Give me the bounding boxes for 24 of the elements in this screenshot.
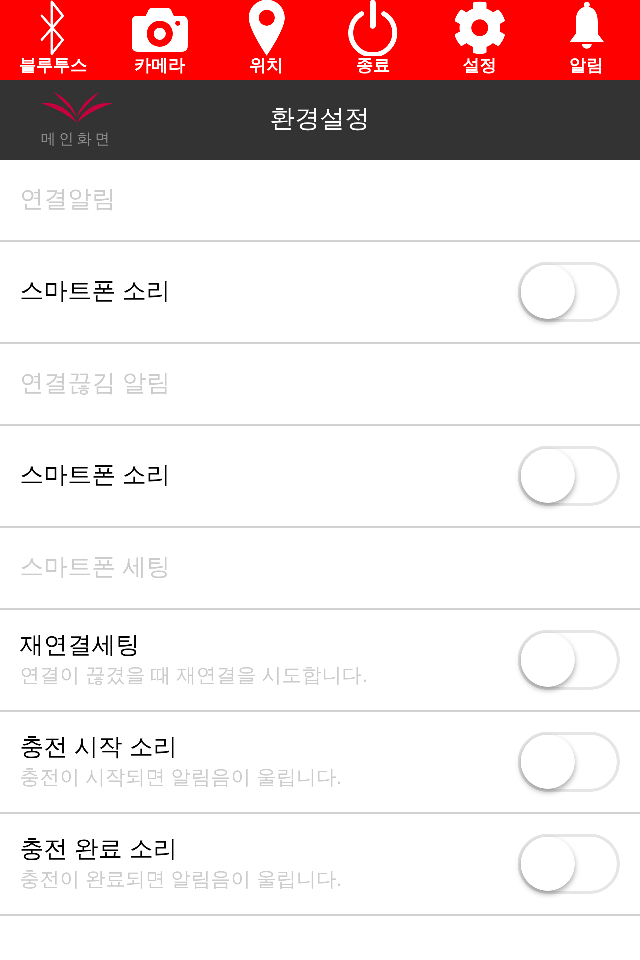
toolbar-button[interactable]: 블루투스: [0, 0, 107, 80]
toggle-switch[interactable]: [518, 732, 620, 792]
toolbar-button[interactable]: 종료: [320, 0, 427, 80]
settings-icon: [453, 1, 508, 55]
setting-label: 충전 시작 소리: [20, 733, 178, 763]
bluetooth-icon: [40, 0, 66, 56]
setting-label: 스마트폰 소리: [20, 461, 171, 491]
toolbar-button[interactable]: 위치: [213, 0, 320, 80]
toggle-switch[interactable]: [518, 262, 620, 322]
setting-label: 스마트폰 소리: [20, 277, 171, 307]
toolbar-button[interactable]: 설정: [426, 0, 534, 80]
page-title: 환경설정: [269, 104, 371, 136]
setting-label: 재연결세팅: [20, 631, 141, 661]
toggle-switch[interactable]: [518, 630, 620, 690]
power-icon: [347, 0, 400, 56]
toolbar-button[interactable]: 알림: [533, 0, 640, 80]
camera-icon: [132, 8, 188, 52]
home-button[interactable]: 메인화면: [40, 90, 114, 150]
toolbar-button[interactable]: 카메라: [106, 0, 214, 80]
wings-logo-icon: [40, 92, 114, 124]
map-pin-icon: [248, 0, 285, 56]
toggle-switch[interactable]: [518, 446, 620, 506]
toggle-switch[interactable]: [518, 834, 620, 894]
setting-label: 충전 완료 소리: [20, 835, 178, 865]
